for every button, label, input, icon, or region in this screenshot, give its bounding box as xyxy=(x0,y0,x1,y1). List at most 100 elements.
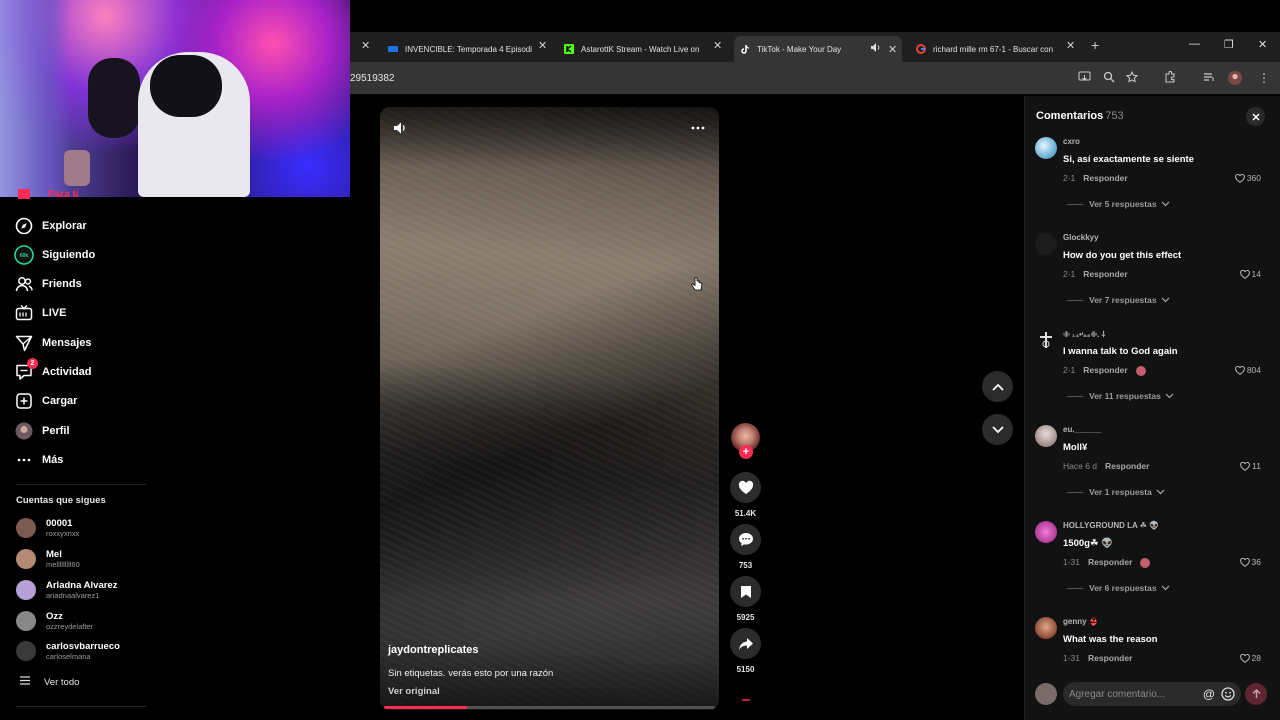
webcam-bottle xyxy=(64,150,90,186)
close-icon[interactable]: ✕ xyxy=(713,39,722,52)
kebab-menu-icon[interactable]: ⋮ xyxy=(1258,71,1270,85)
comment-text: Moll¥ xyxy=(1063,442,1088,453)
sound-disc-icon[interactable] xyxy=(730,690,761,708)
extensions-icon[interactable] xyxy=(1164,70,1176,86)
followed-account[interactable]: Ozz ozzreydelafter xyxy=(16,611,93,631)
comment-username[interactable]: ✙ ₁₄•ᶦ₈₈✙. ⸸ xyxy=(1063,329,1105,340)
window-close-icon[interactable]: ✕ xyxy=(1258,38,1267,51)
kick-favicon-icon xyxy=(564,44,574,54)
nav-item-for-you[interactable]: Para ti xyxy=(14,189,79,199)
bookmark-icon[interactable] xyxy=(730,576,761,607)
avatar[interactable] xyxy=(1035,137,1057,159)
share-action[interactable]: 5150 xyxy=(730,628,761,674)
followed-account[interactable]: 00001 roxxyxnxx xyxy=(16,518,79,538)
send-comment-button[interactable] xyxy=(1245,683,1267,705)
followed-account[interactable]: Arladna Alvarez ariadnaalvarez1 xyxy=(16,580,117,600)
comment-username[interactable]: cxro xyxy=(1063,137,1080,146)
nav-item-friends[interactable]: Friends xyxy=(14,273,82,295)
arrow-up-icon xyxy=(1251,689,1261,698)
comments-count: 753 xyxy=(1105,110,1124,122)
comment-like-button[interactable]: 804 xyxy=(1235,365,1261,375)
comment-like-button[interactable]: 36 xyxy=(1239,557,1261,567)
comment-text: I wanna talk to God again xyxy=(1063,346,1178,357)
avatar[interactable] xyxy=(1035,521,1057,543)
browser-tab-active[interactable]: TikTok - Make Your Day ✕ xyxy=(734,36,902,62)
avatar[interactable] xyxy=(1035,233,1057,255)
reply-button[interactable]: Responder xyxy=(1083,269,1127,279)
nav-item-upload[interactable]: Cargar xyxy=(14,390,77,412)
tab-title: TikTok - Make Your Day xyxy=(757,44,842,54)
comment-username[interactable]: genny 👙 xyxy=(1063,617,1099,626)
reply-button[interactable]: Responder xyxy=(1088,557,1132,567)
heart-outline-icon xyxy=(1239,653,1250,663)
comment-username[interactable]: HOLLYGROUND LA ☘ 👽 xyxy=(1063,521,1159,530)
like-action[interactable]: 51.4K xyxy=(730,472,761,518)
video-more-icon[interactable] xyxy=(691,121,705,140)
browser-tab[interactable]: richard mille rm 67-1 - Buscar con xyxy=(916,36,1062,62)
video-progress-bar[interactable] xyxy=(384,706,715,709)
comment-like-button[interactable]: 11 xyxy=(1240,461,1261,471)
heart-icon[interactable] xyxy=(730,472,761,503)
comment-username[interactable]: Glockkyy xyxy=(1063,233,1099,242)
speaker-icon[interactable] xyxy=(870,42,881,55)
media-control-icon[interactable] xyxy=(1203,71,1215,86)
view-replies-button[interactable]: Ver 1 respuesta xyxy=(1067,487,1165,497)
see-all-button[interactable]: Ver todo xyxy=(20,676,79,688)
nav-item-following[interactable]: 60k Siguiendo xyxy=(14,244,95,266)
new-tab-button[interactable]: + xyxy=(1091,37,1099,53)
mention-icon[interactable]: @ xyxy=(1203,687,1215,701)
close-icon[interactable]: ✕ xyxy=(888,43,897,56)
close-icon[interactable]: ✕ xyxy=(1066,39,1075,52)
view-replies-button[interactable]: Ver 5 respuestas xyxy=(1067,199,1170,209)
avatar[interactable] xyxy=(1035,617,1057,639)
view-original-link[interactable]: Ver original xyxy=(388,686,440,697)
avatar[interactable] xyxy=(1035,329,1057,351)
comment-like-button[interactable]: 360 xyxy=(1235,173,1261,183)
nav-item-profile[interactable]: Perfil xyxy=(14,420,70,442)
comment-like-button[interactable]: 28 xyxy=(1239,653,1261,663)
nav-item-messages[interactable]: Mensajes xyxy=(14,332,92,354)
save-action[interactable]: 5925 xyxy=(730,576,761,622)
comment-action[interactable]: 753 xyxy=(730,524,761,570)
comment-username[interactable]: eu.______ xyxy=(1063,425,1101,434)
nav-item-live[interactable]: LIVE xyxy=(14,302,66,324)
close-icon[interactable]: ✕ xyxy=(361,39,370,52)
profile-avatar[interactable] xyxy=(1228,71,1242,88)
close-icon[interactable]: ✕ xyxy=(538,39,547,52)
reply-button[interactable]: Responder xyxy=(1083,173,1127,183)
previous-video-button[interactable] xyxy=(982,371,1013,402)
followed-account[interactable]: Mel melllllllll60 xyxy=(16,549,80,569)
close-comments-button[interactable] xyxy=(1246,107,1265,126)
address-bar[interactable]: 29519382 xyxy=(350,73,395,84)
maximize-icon[interactable]: ❐ xyxy=(1224,38,1234,51)
view-replies-button[interactable]: Ver 7 respuestas xyxy=(1067,295,1170,305)
reply-button[interactable]: Responder xyxy=(1083,365,1127,375)
browser-tab[interactable]: AstarottK Stream - Watch Live on xyxy=(564,36,710,62)
reply-button[interactable]: Responder xyxy=(1105,461,1149,471)
bookmark-star-icon[interactable] xyxy=(1125,70,1139,86)
video-player[interactable]: jaydontreplicates Sin etiquetas. verás e… xyxy=(380,107,719,710)
comment-like-button[interactable]: 14 xyxy=(1239,269,1261,279)
browser-tab[interactable]: INVENCIBLE: Temporada 4 Episodi xyxy=(388,36,536,62)
video-author[interactable]: jaydontreplicates xyxy=(388,644,478,656)
share-icon[interactable] xyxy=(730,628,761,659)
nav-item-explore[interactable]: Explorar xyxy=(14,215,87,237)
minimize-icon[interactable]: — xyxy=(1189,38,1200,50)
view-replies-button[interactable]: Ver 6 respuestas xyxy=(1067,583,1170,593)
zoom-icon[interactable] xyxy=(1103,71,1115,86)
emoji-icon[interactable] xyxy=(1221,687,1235,706)
reply-button[interactable]: Responder xyxy=(1088,653,1132,663)
view-replies-button[interactable]: Ver 11 respuestas xyxy=(1067,391,1174,401)
followed-account[interactable]: carlosvbarrueco carloselmana xyxy=(16,641,120,661)
nav-item-more[interactable]: Más xyxy=(14,449,63,471)
next-video-button[interactable] xyxy=(982,414,1013,445)
volume-icon[interactable] xyxy=(393,121,407,140)
follow-plus-icon[interactable]: + xyxy=(739,445,753,459)
creator-avatar[interactable]: + xyxy=(730,423,761,459)
comment-count: 753 xyxy=(738,561,753,570)
nav-item-activity[interactable]: 2 Actividad xyxy=(14,358,92,383)
webcam-chair xyxy=(88,58,140,138)
avatar[interactable] xyxy=(1035,425,1057,447)
install-app-icon[interactable] xyxy=(1078,71,1091,86)
comment-icon[interactable] xyxy=(730,524,761,555)
